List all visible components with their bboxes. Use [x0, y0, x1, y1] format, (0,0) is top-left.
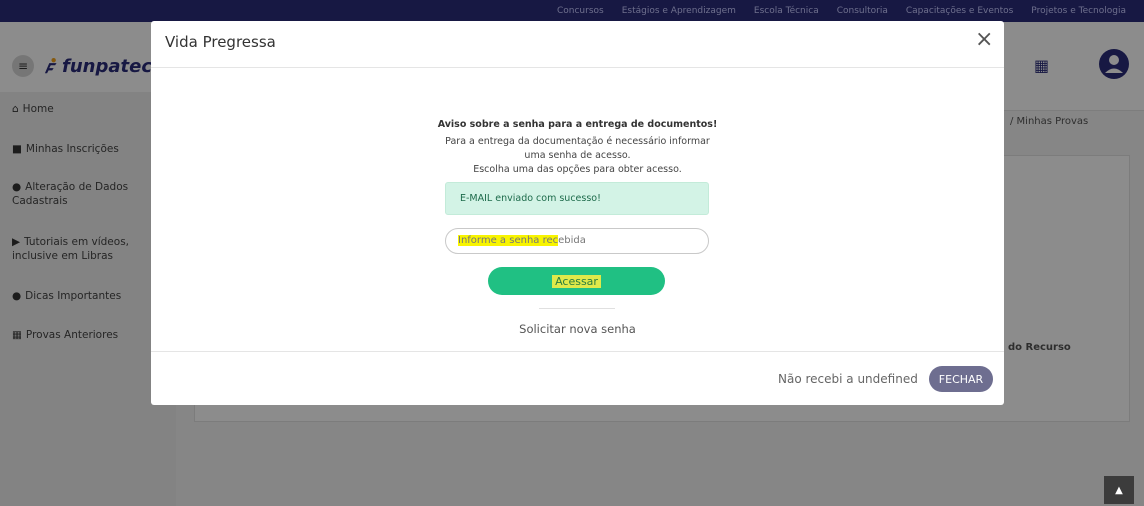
- password-input[interactable]: Informe a senha recebida: [445, 228, 709, 254]
- modal-dialog: Vida Pregressa × Aviso sobre a senha par…: [151, 21, 1004, 405]
- divider: [539, 308, 615, 309]
- scroll-top-button[interactable]: ▲: [1104, 476, 1134, 504]
- access-button[interactable]: Acessar: [488, 267, 665, 295]
- access-button-label: Acessar: [552, 274, 601, 288]
- modal-header: Vida Pregressa ×: [151, 21, 1004, 68]
- close-button[interactable]: FECHAR: [929, 366, 993, 392]
- request-new-password-link[interactable]: Solicitar nova senha: [151, 322, 1004, 336]
- modal-footer: Não recebi a undefined FECHAR: [151, 351, 1004, 406]
- alert-text: E-MAIL enviado com sucesso!: [460, 193, 601, 204]
- notice-line: Escolha uma das opções para obter acesso…: [473, 164, 682, 175]
- modal-title: Vida Pregressa: [165, 33, 276, 51]
- notice-title: Aviso sobre a senha para a entrega de do…: [437, 119, 718, 130]
- chevron-up-icon: ▲: [1115, 484, 1123, 496]
- notice-line: Para a entrega da documentação é necessá…: [445, 136, 710, 147]
- password-placeholder: Informe a senha recebida: [458, 235, 586, 246]
- not-received-link[interactable]: Não recebi a undefined: [778, 372, 918, 386]
- success-alert: E-MAIL enviado com sucesso!: [445, 182, 709, 215]
- close-icon[interactable]: ×: [975, 27, 993, 52]
- notice-line: uma senha de acesso.: [524, 150, 631, 161]
